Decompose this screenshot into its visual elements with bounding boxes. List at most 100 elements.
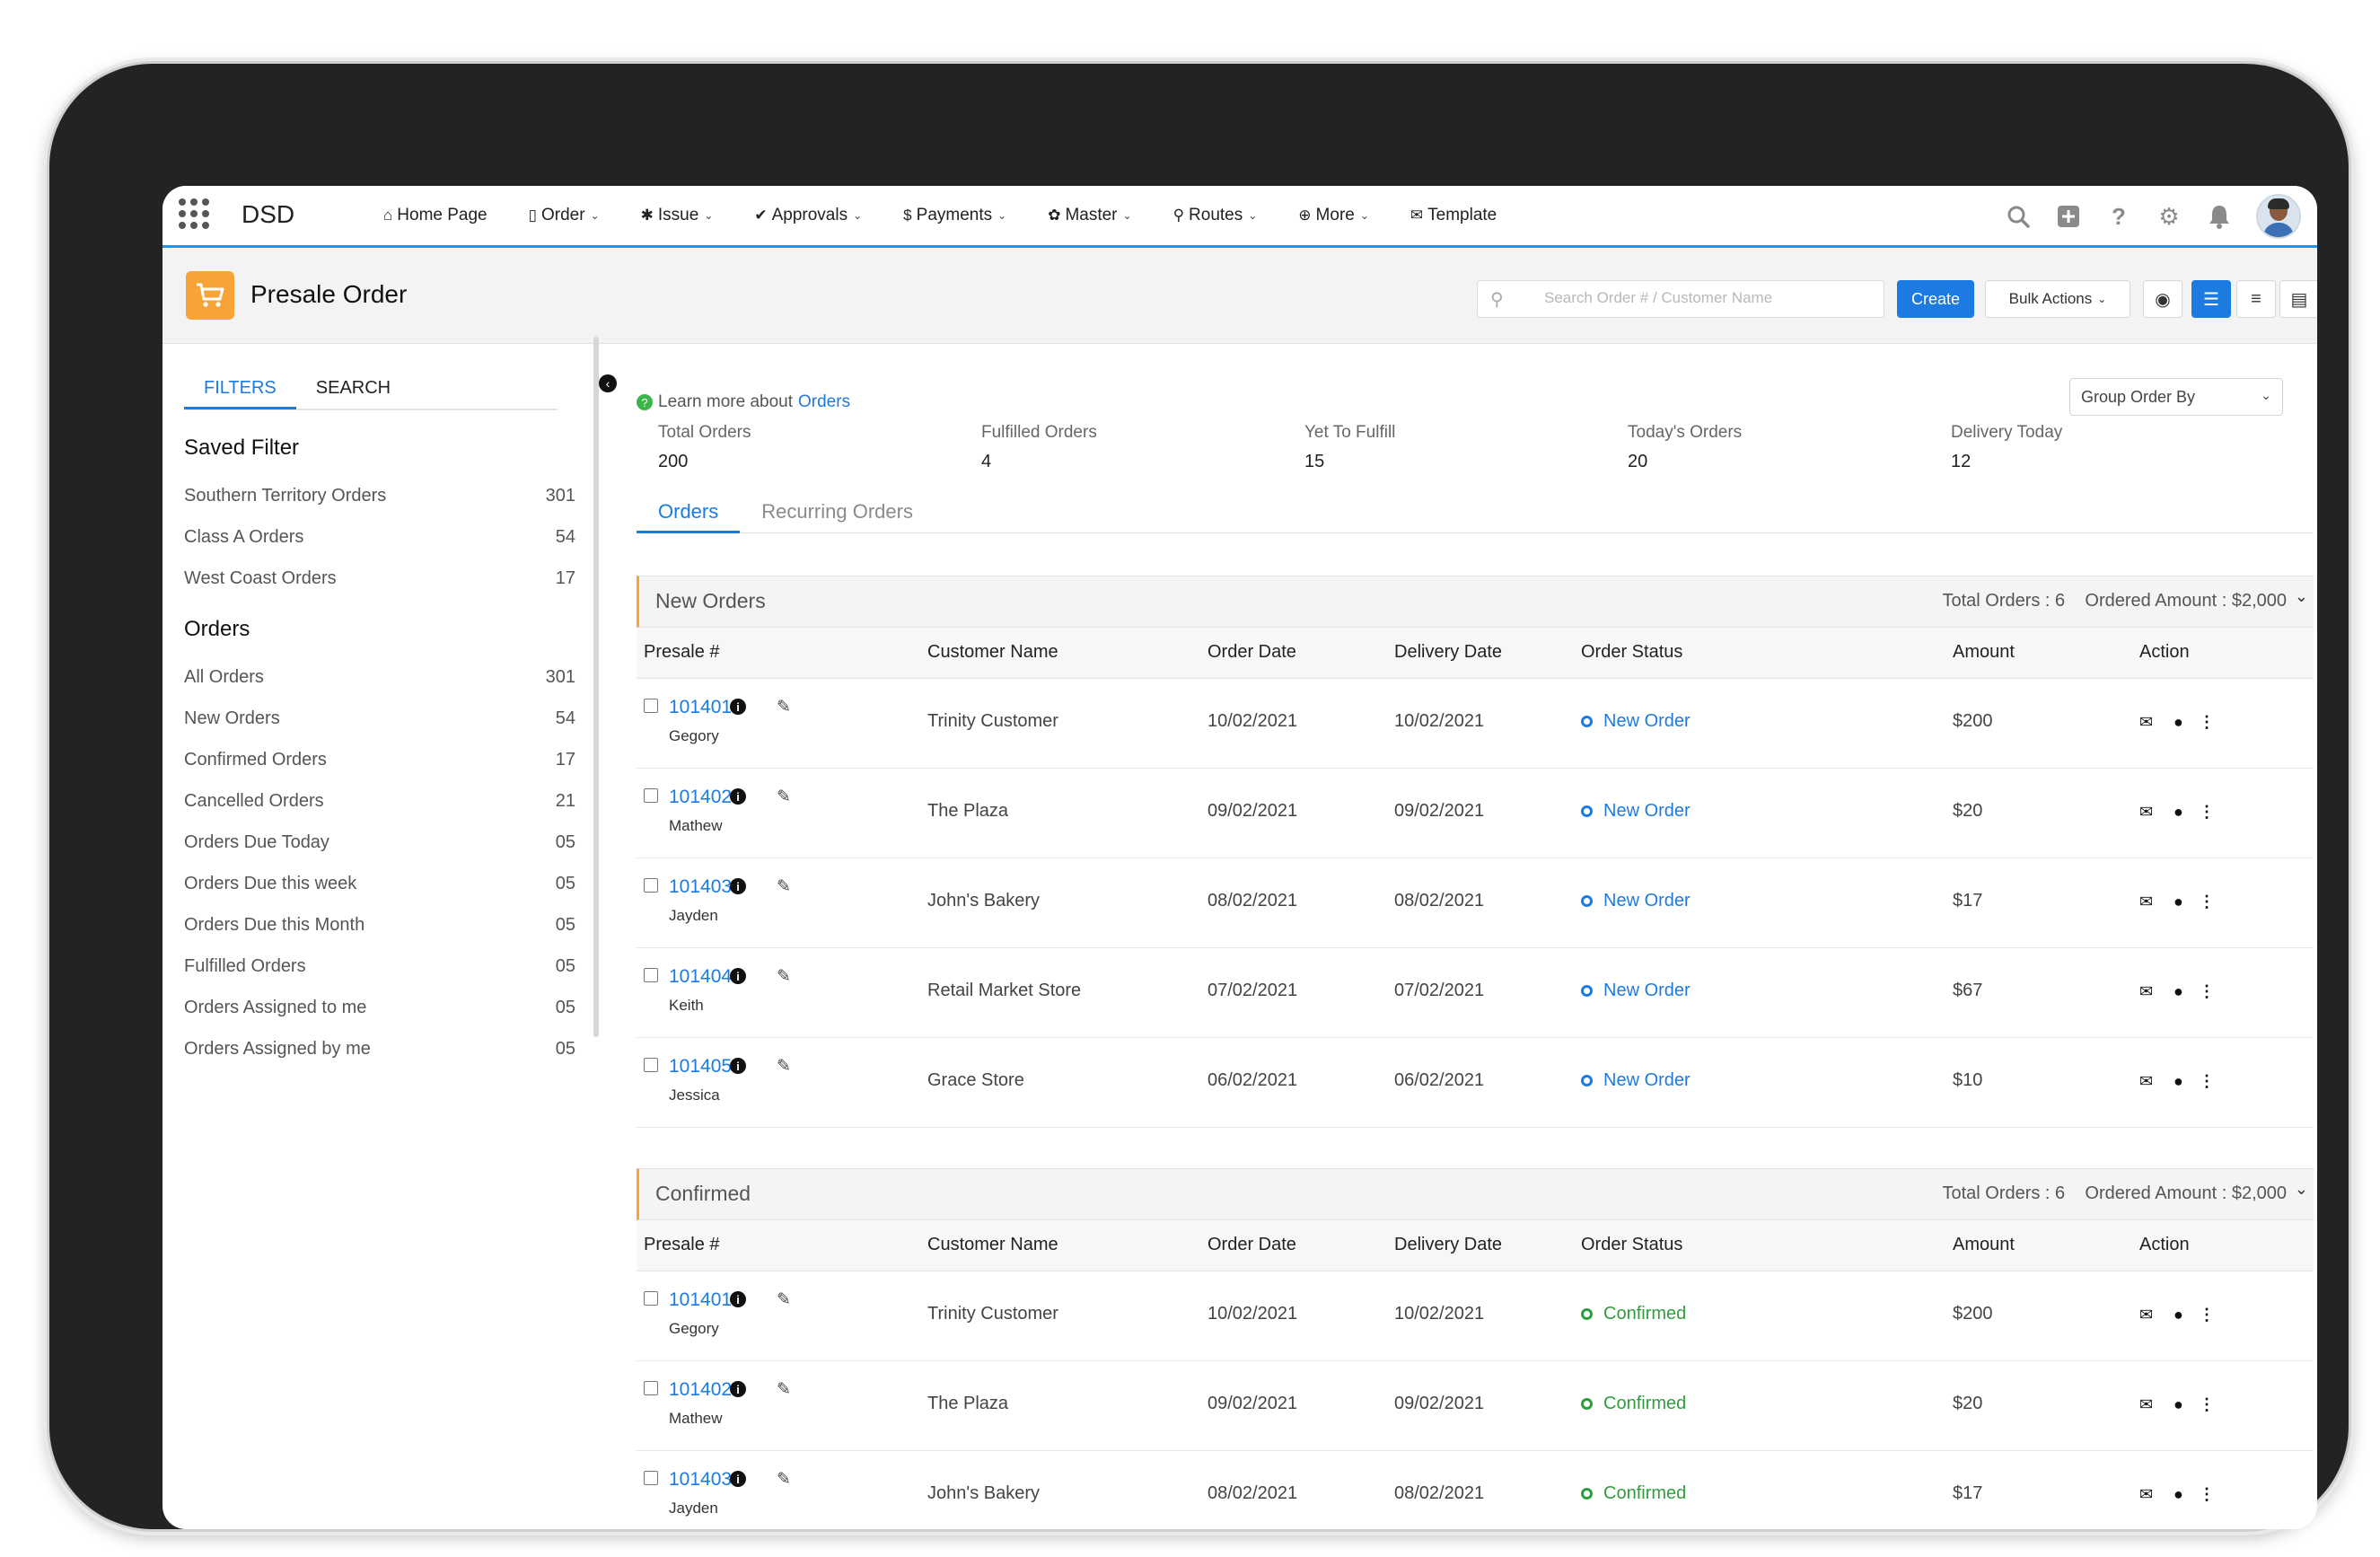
edit-icon[interactable]: ✎ [777,1289,791,1310]
chevron-down-icon[interactable]: ⌄ [2295,587,2308,606]
column-header[interactable]: Order Status [1581,642,1682,663]
saved-filter-item[interactable]: Southern Territory Orders 301 [184,486,575,506]
info-icon[interactable]: i [730,1291,746,1307]
presale-number-link[interactable]: 101403 [669,876,732,898]
column-header[interactable]: Presale # [644,642,720,663]
email-icon[interactable]: ✉ [2139,1306,2153,1324]
learn-more-link[interactable]: Orders [798,392,850,412]
email-icon[interactable]: ✉ [2139,982,2153,1001]
nav-item-routes[interactable]: ⚲ Routes ⌄ [1173,206,1258,225]
column-header[interactable]: Customer Name [927,1235,1058,1255]
column-header[interactable]: Action [2139,642,2190,663]
column-header[interactable]: Customer Name [927,642,1058,663]
column-header[interactable]: Amount [1953,1235,2015,1255]
info-icon[interactable]: i [730,788,746,805]
nav-item-issue[interactable]: ✱ Issue ⌄ [641,206,714,225]
presale-number-link[interactable]: 101401 [669,697,732,718]
more-actions-icon[interactable]: ⋮ [2199,982,2215,1001]
search-input[interactable] [1542,288,1869,308]
orders-filter-item[interactable]: Cancelled Orders 21 [184,791,575,812]
nav-item-more[interactable]: ⊕ More ⌄ [1298,206,1369,225]
chevron-down-icon[interactable]: ⌄ [2295,1180,2308,1199]
row-checkbox[interactable] [644,1291,658,1306]
settings-icon[interactable]: ⚙ [2156,203,2182,230]
add-icon[interactable] [2055,203,2082,230]
view-table-icon[interactable]: ▤ [2279,280,2317,318]
group-order-by-select[interactable]: Group Order By ⌄ [2069,378,2283,416]
more-actions-icon[interactable]: ⋮ [2199,893,2215,911]
email-icon[interactable]: ✉ [2139,803,2153,822]
view-toggle-eye-icon[interactable]: ◉ [2143,280,2182,318]
assign-user-icon[interactable]: ● [2174,893,2183,911]
email-icon[interactable]: ✉ [2139,1395,2153,1414]
email-icon[interactable]: ✉ [2139,1485,2153,1504]
edit-icon[interactable]: ✎ [777,966,791,987]
orders-filter-item[interactable]: Orders Due Today 05 [184,832,575,853]
tab-search[interactable]: SEARCH [296,369,410,407]
bell-icon[interactable] [2206,203,2233,230]
assign-user-icon[interactable]: ● [2174,1306,2183,1324]
presale-number-link[interactable]: 101404 [669,966,732,988]
orders-filter-item[interactable]: All Orders 301 [184,667,575,688]
group-header[interactable]: Confirmed Total Orders : 6 Ordered Amount… [637,1168,2314,1220]
nav-item-payments[interactable]: $ Payments ⌄ [903,206,1006,225]
orders-filter-item[interactable]: Confirmed Orders 17 [184,750,575,770]
row-checkbox[interactable] [644,1058,658,1072]
saved-filter-item[interactable]: West Coast Orders 17 [184,568,575,589]
assign-user-icon[interactable]: ● [2174,713,2183,732]
presale-number-link[interactable]: 101402 [669,787,732,808]
row-checkbox[interactable] [644,788,658,803]
nav-item-master[interactable]: ✿ Master ⌄ [1048,206,1131,225]
column-header[interactable]: Presale # [644,1235,720,1255]
info-icon[interactable]: i [730,968,746,984]
tab-recurring-orders[interactable]: Recurring Orders [740,493,935,531]
row-checkbox[interactable] [644,878,658,893]
presale-number-link[interactable]: 101402 [669,1379,732,1401]
collapse-sidebar-icon[interactable]: ‹ [599,374,617,392]
sidebar-scrollbar[interactable] [593,337,599,1037]
assign-user-icon[interactable]: ● [2174,1395,2183,1414]
view-list-icon[interactable]: ≡ [2236,280,2276,318]
tab-orders[interactable]: Orders [637,493,741,533]
presale-number-link[interactable]: 101403 [669,1469,732,1491]
email-icon[interactable]: ✉ [2139,1072,2153,1091]
edit-icon[interactable]: ✎ [777,876,791,897]
column-header[interactable]: Action [2139,1235,2190,1255]
info-icon[interactable]: i [730,878,746,894]
edit-icon[interactable]: ✎ [777,787,791,807]
assign-user-icon[interactable]: ● [2174,1072,2183,1091]
more-actions-icon[interactable]: ⋮ [2199,1395,2215,1414]
info-icon[interactable]: i [730,1471,746,1487]
assign-user-icon[interactable]: ● [2174,982,2183,1001]
edit-icon[interactable]: ✎ [777,1379,791,1400]
column-header[interactable]: Amount [1953,642,2015,663]
column-header[interactable]: Delivery Date [1394,642,1502,663]
orders-filter-item[interactable]: Fulfilled Orders 05 [184,956,575,977]
tab-filters[interactable]: FILTERS [184,369,296,409]
more-actions-icon[interactable]: ⋮ [2199,1072,2215,1091]
nav-item-template[interactable]: ✉ Template [1410,206,1497,225]
app-launcher-icon[interactable] [179,198,209,229]
group-header[interactable]: New Orders Total Orders : 6 Ordered Amoun… [637,576,2314,628]
column-header[interactable]: Order Date [1208,642,1296,663]
info-icon[interactable]: i [730,1058,746,1074]
email-icon[interactable]: ✉ [2139,893,2153,911]
orders-filter-item[interactable]: New Orders 54 [184,708,575,729]
edit-icon[interactable]: ✎ [777,1056,791,1077]
email-icon[interactable]: ✉ [2139,713,2153,732]
row-checkbox[interactable] [644,1471,658,1485]
edit-icon[interactable]: ✎ [777,1469,791,1490]
edit-icon[interactable]: ✎ [777,697,791,717]
assign-user-icon[interactable]: ● [2174,1485,2183,1504]
presale-number-link[interactable]: 101401 [669,1289,732,1311]
more-actions-icon[interactable]: ⋮ [2199,713,2215,732]
nav-item-approvals[interactable]: ✔ Approvals ⌄ [754,206,862,225]
avatar[interactable] [2256,194,2301,239]
orders-filter-item[interactable]: Orders Assigned by me 05 [184,1039,575,1060]
column-header[interactable]: Order Status [1581,1235,1682,1255]
search-icon[interactable] [2005,203,2032,230]
column-header[interactable]: Delivery Date [1394,1235,1502,1255]
info-icon[interactable]: i [730,1381,746,1397]
row-checkbox[interactable] [644,699,658,713]
more-actions-icon[interactable]: ⋮ [2199,1306,2215,1324]
